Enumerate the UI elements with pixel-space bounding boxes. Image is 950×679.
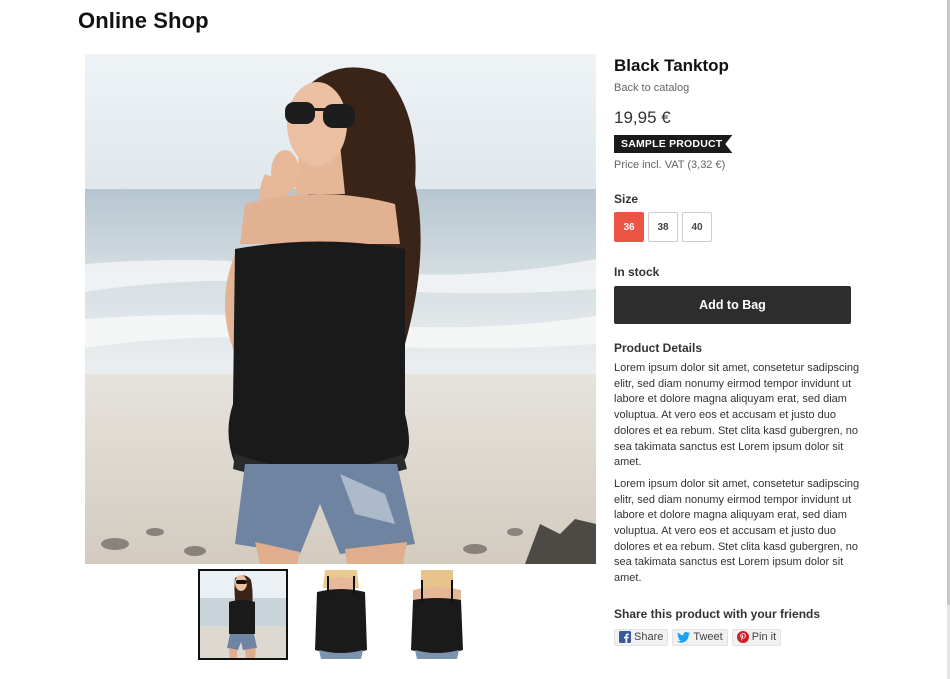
share-buttons: Share Tweet Pin it (614, 628, 869, 646)
back-to-catalog-link[interactable]: Back to catalog (614, 82, 869, 94)
vat-note: Price incl. VAT (3,32 €) (614, 159, 726, 171)
product-description-paragraph: Lorem ipsum dolor sit amet, consetetur s… (614, 477, 860, 585)
twitter-icon (677, 631, 691, 643)
thumbnail-product-photo-back[interactable] (393, 570, 481, 659)
product-title: Black Tanktop (614, 56, 729, 75)
stock-status: In stock (614, 265, 660, 279)
product-price: 19,95 € (614, 108, 671, 127)
size-option-40[interactable]: 40 (682, 212, 712, 242)
share-label: Share this product with your friends (614, 606, 821, 621)
main-product-image[interactable] (85, 54, 596, 564)
product-description-paragraph: Lorem ipsum dolor sit amet, consetetur s… (614, 362, 860, 469)
pinterest-pin-button[interactable]: Pin it (731, 628, 782, 646)
add-to-bag-button[interactable]: Add to Bag (614, 286, 851, 324)
product-info: Black Tanktop Back to catalog 19,95 € SA… (614, 54, 869, 646)
pinterest-icon (736, 631, 749, 644)
facebook-icon (619, 631, 631, 644)
twitter-tweet-button[interactable]: Tweet (672, 628, 728, 646)
share-button-label: Share (634, 631, 664, 644)
share-button-label: Pin it (751, 631, 777, 644)
size-selector: 36 38 40 (614, 212, 869, 242)
thumbnail-product-photo-front[interactable] (297, 570, 385, 659)
product-details-label: Product Details (614, 341, 703, 355)
share-button-label: Tweet (693, 631, 723, 644)
thumbnail-product-photo-beach[interactable] (198, 569, 288, 660)
shop-title[interactable]: Online Shop (78, 8, 209, 34)
size-option-38[interactable]: 38 (648, 212, 678, 242)
size-label: Size (614, 192, 639, 206)
size-option-36[interactable]: 36 (614, 212, 644, 242)
sample-product-badge: SAMPLE PRODUCT (614, 135, 733, 153)
facebook-share-button[interactable]: Share (614, 628, 669, 646)
